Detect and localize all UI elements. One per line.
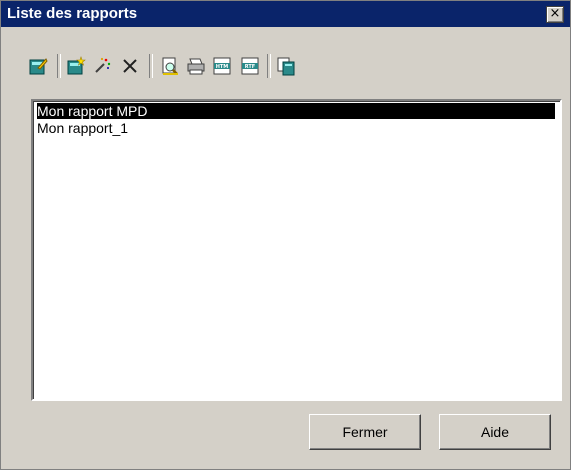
wizard-icon[interactable]	[91, 55, 113, 77]
reports-listbox[interactable]: Mon rapport MPD Mon rapport_1	[31, 99, 562, 401]
delete-icon[interactable]	[119, 55, 141, 77]
copy-icon[interactable]	[275, 55, 297, 77]
list-item[interactable]: Mon rapport MPD	[37, 103, 555, 119]
print-icon[interactable]	[185, 55, 207, 77]
toolbar-separator	[149, 54, 153, 78]
svg-text:RTF: RTF	[245, 64, 255, 70]
rtf-icon[interactable]: RTF	[239, 55, 261, 77]
close-button[interactable]: Fermer	[309, 414, 421, 450]
toolbar-separator	[267, 54, 271, 78]
svg-text:HTM: HTM	[216, 64, 229, 70]
print-preview-icon[interactable]	[159, 55, 181, 77]
html-icon[interactable]: HTM	[211, 55, 233, 77]
new-report-icon[interactable]	[65, 55, 87, 77]
title-bar[interactable]: Liste des rapports ×	[1, 1, 570, 27]
reports-list-dialog: Liste des rapports × HTM RTF Mon rapport…	[0, 0, 571, 470]
list-item[interactable]: Mon rapport_1	[37, 120, 555, 136]
properties-icon[interactable]	[27, 55, 49, 77]
close-icon[interactable]: ×	[546, 6, 564, 23]
help-button[interactable]: Aide	[439, 414, 551, 450]
dialog-title: Liste des rapports	[7, 5, 138, 22]
toolbar-separator	[57, 54, 61, 78]
